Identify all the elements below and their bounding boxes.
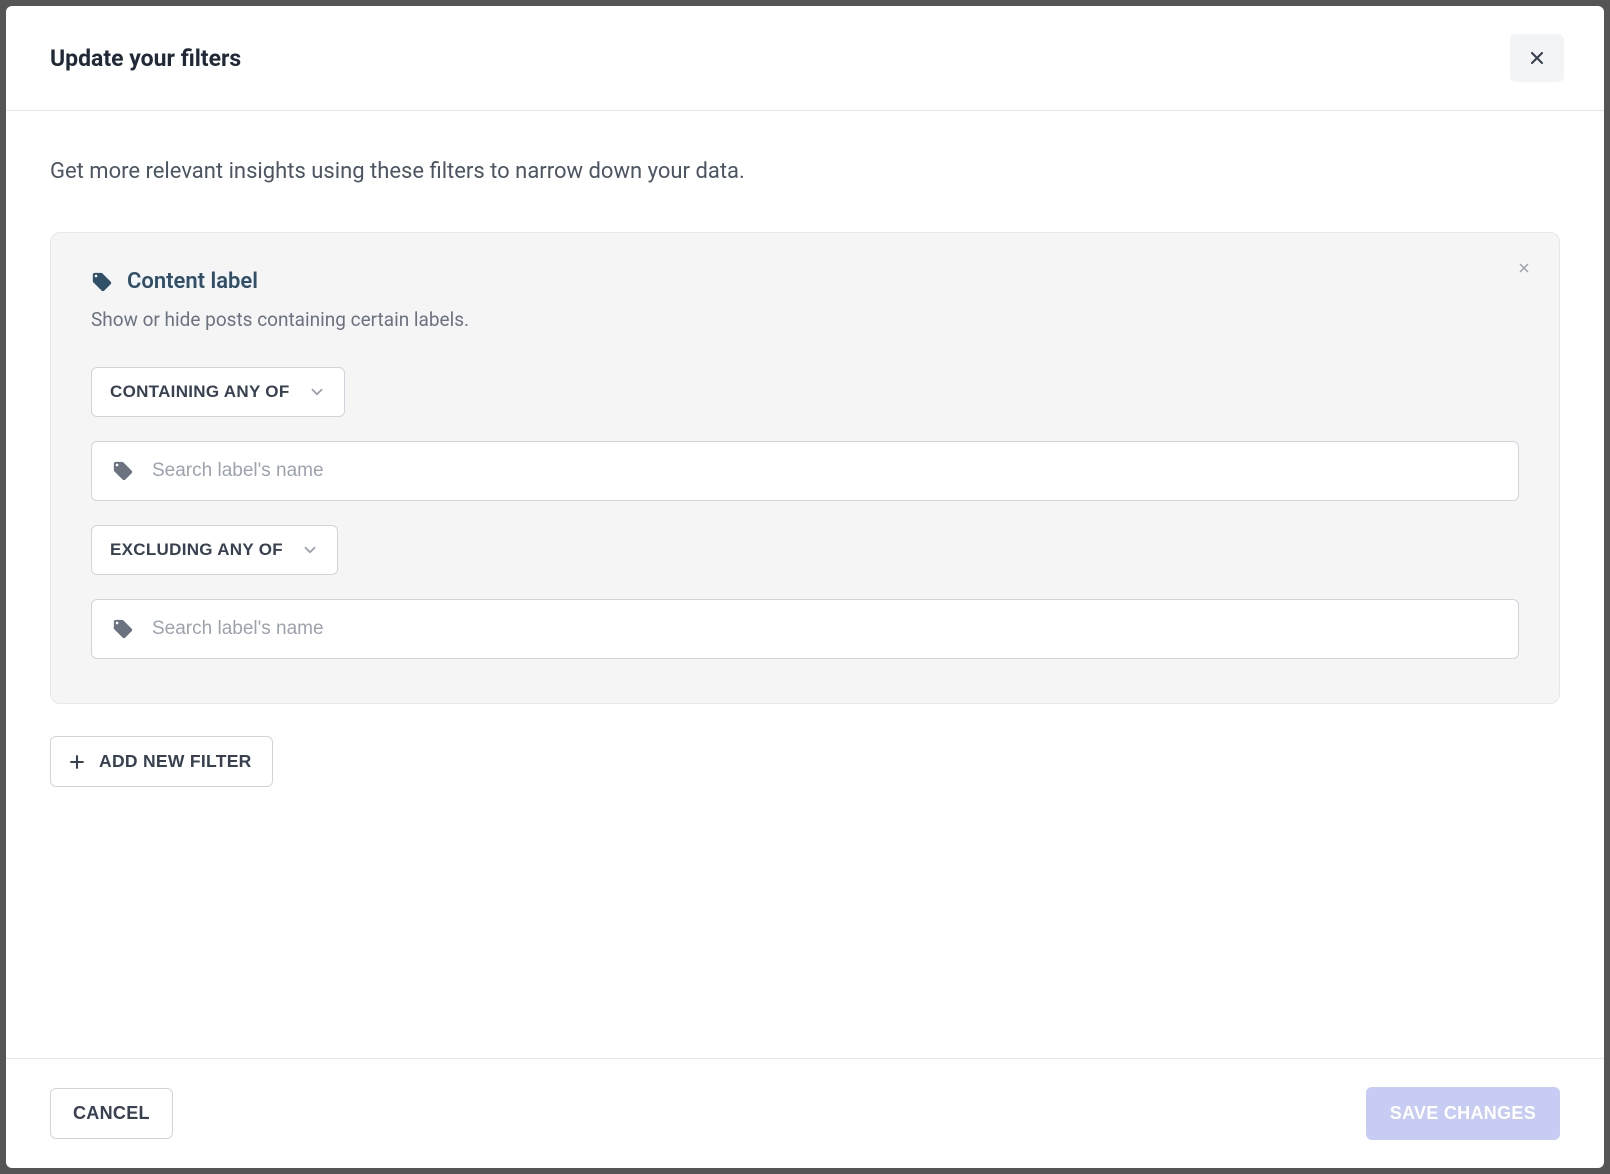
tag-icon [112,460,134,482]
close-modal-button[interactable] [1510,34,1564,82]
filter-card-header: Content label [91,269,1519,294]
cancel-button[interactable]: CANCEL [50,1088,173,1139]
modal-title: Update your filters [50,45,241,72]
containing-search-input[interactable] [152,460,1498,482]
excluding-select[interactable]: EXCLUDING ANY OF [91,525,338,575]
containing-group: CONTAINING ANY OF [91,367,1519,501]
close-icon [1527,48,1547,68]
containing-search-wrapper[interactable] [91,441,1519,501]
filter-modal: Update your filters Get more relevant in… [6,6,1604,1168]
chevron-down-icon [301,541,319,559]
add-new-filter-button[interactable]: ADD NEW FILTER [50,736,273,787]
modal-description: Get more relevant insights using these f… [50,159,1560,184]
plus-icon [67,752,87,772]
add-filter-label: ADD NEW FILTER [99,751,252,772]
containing-select-label: CONTAINING ANY OF [110,382,290,402]
excluding-search-input[interactable] [152,618,1498,640]
remove-filter-button[interactable] [1513,257,1535,282]
filter-card-content-label: Content label Show or hide posts contain… [50,232,1560,704]
modal-body: Get more relevant insights using these f… [6,111,1604,1058]
containing-select[interactable]: CONTAINING ANY OF [91,367,345,417]
filter-card-title: Content label [127,269,258,294]
filter-card-subtitle: Show or hide posts containing certain la… [91,308,1519,331]
close-icon [1517,261,1531,275]
save-changes-button[interactable]: SAVE CHANGES [1366,1087,1560,1140]
excluding-group: EXCLUDING ANY OF [91,525,1519,659]
chevron-down-icon [308,383,326,401]
tag-icon [91,271,113,293]
modal-header: Update your filters [6,6,1604,111]
excluding-search-wrapper[interactable] [91,599,1519,659]
tag-icon [112,618,134,640]
excluding-select-label: EXCLUDING ANY OF [110,540,283,560]
modal-footer: CANCEL SAVE CHANGES [6,1058,1604,1168]
